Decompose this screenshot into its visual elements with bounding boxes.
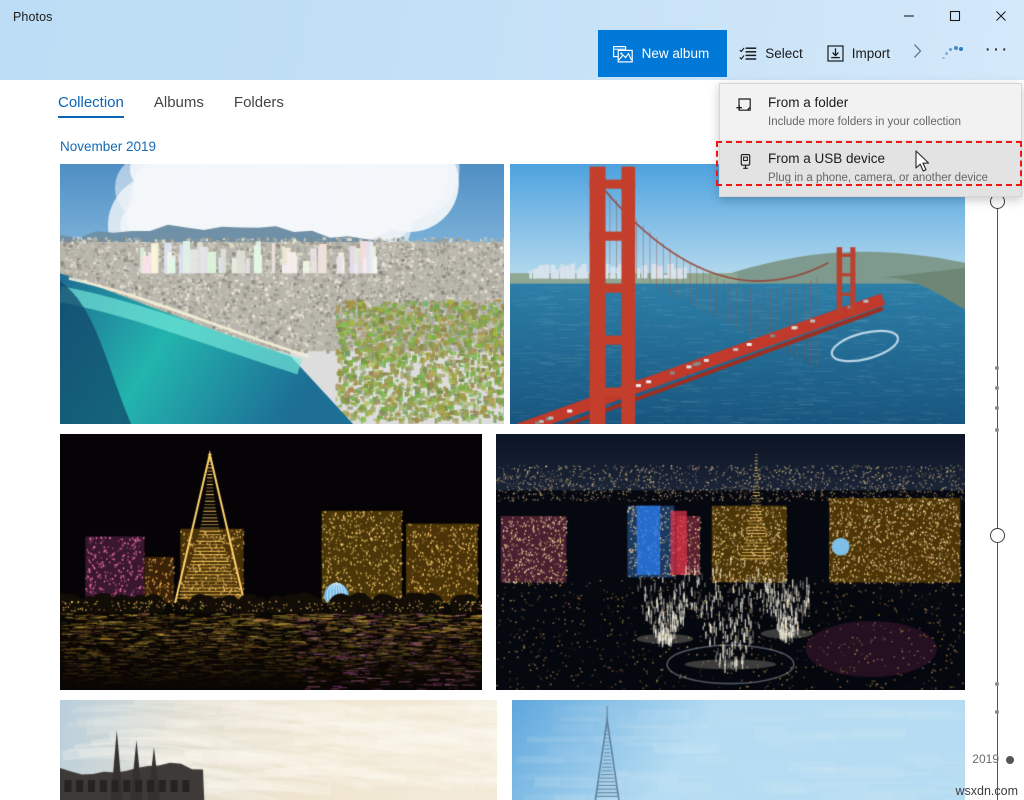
photo-tile-eiffel-tower-blue-sky[interactable] bbox=[512, 700, 965, 800]
import-button[interactable]: Import bbox=[815, 30, 902, 77]
timeline-handle[interactable] bbox=[990, 528, 1005, 543]
menu-item-title: From a folder bbox=[768, 95, 849, 110]
photo-grid bbox=[0, 160, 1024, 800]
select-button[interactable]: Select bbox=[727, 30, 815, 77]
sync-spinner-icon bbox=[941, 45, 965, 63]
select-label: Select bbox=[765, 46, 803, 61]
photo-tile-golden-gate-bridge[interactable] bbox=[510, 164, 965, 424]
timeline-dot bbox=[994, 682, 999, 686]
minimize-button[interactable] bbox=[886, 0, 932, 32]
maximize-icon bbox=[949, 10, 961, 22]
import-label: Import bbox=[851, 46, 890, 61]
photo-thumbnail bbox=[512, 700, 965, 800]
photos-app-window: Photos New album Select Import ··· Colle… bbox=[0, 0, 1024, 800]
sync-status bbox=[932, 30, 974, 77]
minimize-icon bbox=[903, 10, 915, 22]
close-button[interactable] bbox=[978, 0, 1024, 32]
import-flyout-menu: From a folder Include more folders in yo… bbox=[719, 83, 1022, 197]
usb-device-icon bbox=[734, 150, 756, 171]
timeline-dot bbox=[994, 428, 999, 432]
photo-tile-paris-rooftops-sky[interactable] bbox=[60, 700, 497, 800]
timeline-year-label: 2019 bbox=[972, 752, 999, 766]
app-title: Photos bbox=[13, 10, 53, 24]
photo-tile-las-vegas-strip-night[interactable] bbox=[60, 434, 482, 690]
photo-thumbnail bbox=[60, 164, 504, 424]
new-album-button[interactable]: New album bbox=[597, 30, 728, 77]
photo-thumbnail bbox=[510, 164, 965, 424]
title-bar: Photos New album Select Import ··· bbox=[0, 0, 1024, 80]
tab-folders[interactable]: Folders bbox=[234, 94, 284, 114]
more-commands-chevron[interactable] bbox=[902, 30, 932, 77]
tab-collection[interactable]: Collection bbox=[58, 94, 124, 118]
mouse-cursor bbox=[915, 150, 932, 179]
menu-item-from-a-usb-device[interactable]: From a USB device Plug in a phone, camer… bbox=[720, 140, 1021, 196]
select-checklist-icon bbox=[739, 46, 757, 62]
menu-item-subtitle: Plug in a phone, camera, or another devi… bbox=[768, 172, 988, 184]
photo-tile-bellagio-fountains[interactable] bbox=[496, 434, 965, 690]
timeline-dot bbox=[994, 386, 999, 390]
folder-add-icon bbox=[734, 94, 756, 115]
watermark: wsxdn.com bbox=[955, 784, 1018, 798]
timeline-year-marker bbox=[1006, 756, 1014, 764]
close-icon bbox=[995, 10, 1007, 22]
maximize-button[interactable] bbox=[932, 0, 978, 32]
window-controls bbox=[886, 0, 1024, 32]
timeline-scrubber[interactable]: 2019 bbox=[970, 160, 1024, 800]
new-album-icon bbox=[612, 45, 633, 63]
timeline-dot bbox=[994, 406, 999, 410]
timeline-dot bbox=[994, 366, 999, 370]
photo-thumbnail bbox=[60, 700, 497, 800]
menu-item-subtitle: Include more folders in your collection bbox=[768, 116, 962, 128]
import-tray-icon bbox=[827, 45, 844, 62]
tab-albums[interactable]: Albums bbox=[154, 94, 204, 114]
menu-item-from-a-folder[interactable]: From a folder Include more folders in yo… bbox=[720, 84, 1021, 140]
photo-tile-honolulu-aerial[interactable] bbox=[60, 164, 504, 424]
photo-thumbnail bbox=[60, 434, 482, 690]
command-bar: New album Select Import ··· bbox=[597, 30, 1020, 77]
new-album-label: New album bbox=[641, 46, 710, 61]
chevron-right-icon bbox=[912, 43, 923, 64]
timeline-dot bbox=[994, 710, 999, 714]
menu-item-title: From a USB device bbox=[768, 151, 886, 166]
date-group-header[interactable]: November 2019 bbox=[60, 139, 156, 154]
see-more-button[interactable]: ··· bbox=[974, 30, 1020, 77]
photo-thumbnail bbox=[496, 434, 965, 690]
